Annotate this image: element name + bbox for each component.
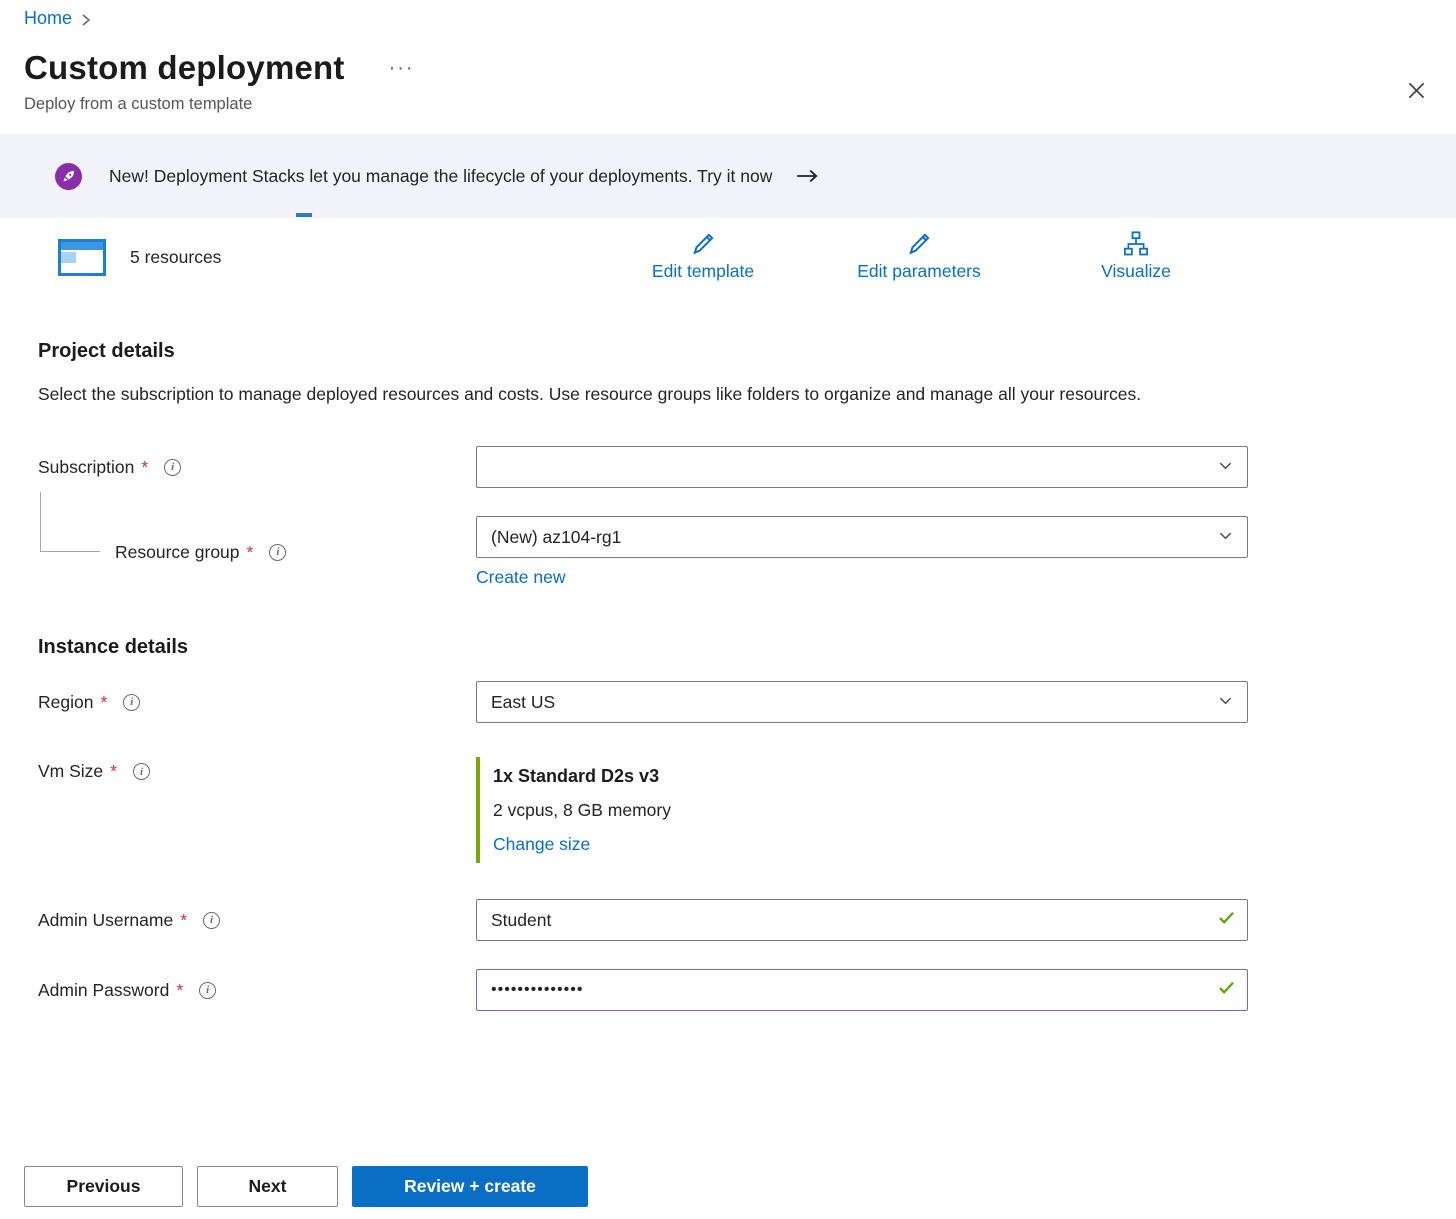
rocket-icon [55, 163, 82, 190]
template-action-bar: 5 resources Edit template Edit parameter… [0, 222, 1456, 286]
previous-button[interactable]: Previous [24, 1166, 183, 1207]
admin-password-input[interactable] [476, 969, 1248, 1011]
region-row: Region * i East US [38, 681, 1432, 723]
resource-group-value: (New) az104-rg1 [491, 527, 621, 548]
close-icon[interactable] [1403, 77, 1430, 109]
review-create-button[interactable]: Review + create [352, 1166, 588, 1207]
resource-group-dropdown[interactable]: (New) az104-rg1 [476, 516, 1248, 558]
arrow-right-icon[interactable] [796, 169, 820, 183]
admin-password-label: Admin Password [38, 980, 169, 1001]
instance-details-heading: Instance details [38, 636, 1432, 659]
more-options-icon[interactable]: ··· [389, 57, 415, 80]
resource-count: 5 resources [130, 247, 221, 268]
info-icon[interactable]: i [164, 459, 181, 476]
pencil-icon [689, 230, 717, 258]
required-marker: * [110, 761, 117, 782]
region-dropdown[interactable]: East US [476, 681, 1248, 723]
resource-group-label: Resource group [115, 542, 240, 563]
clipped-content-fragment [296, 213, 312, 217]
info-icon[interactable]: i [123, 694, 140, 711]
admin-username-input[interactable] [476, 899, 1248, 941]
change-size-link[interactable]: Change size [493, 827, 590, 861]
template-resource-info: 5 resources [58, 239, 221, 276]
banner-message: New! Deployment Stacks let you manage th… [109, 166, 772, 187]
edit-parameters-label: Edit parameters [857, 261, 981, 282]
info-icon[interactable]: i [269, 544, 286, 561]
required-marker: * [247, 542, 254, 563]
page-subtitle: Deploy from a custom template [24, 95, 1432, 114]
template-icon [58, 239, 106, 276]
edit-template-label: Edit template [652, 261, 754, 282]
deployment-stacks-banner: New! Deployment Stacks let you manage th… [0, 134, 1456, 218]
subscription-row: Subscription * i [38, 446, 1432, 488]
edit-template-button[interactable]: Edit template [616, 230, 790, 282]
chevron-down-icon [1218, 527, 1233, 548]
required-marker: * [100, 692, 107, 713]
footer-actions: Previous Next Review + create [24, 1166, 588, 1207]
vm-size-summary: 1x Standard D2s v3 2 vcpus, 8 GB memory … [476, 757, 1248, 863]
vm-size-title: 1x Standard D2s v3 [493, 759, 1248, 793]
vm-size-label: Vm Size [38, 761, 103, 782]
visualize-icon [1122, 230, 1150, 258]
create-new-link[interactable]: Create new [476, 567, 566, 588]
admin-password-row: Admin Password * i [38, 969, 1432, 1011]
project-details-description: Select the subscription to manage deploy… [38, 379, 1188, 410]
info-icon[interactable]: i [199, 982, 216, 999]
breadcrumb-chevron-icon [80, 13, 92, 27]
resource-group-row: Resource group * i (New) az104-rg1 Creat… [38, 516, 1432, 588]
subscription-label: Subscription [38, 457, 134, 478]
required-marker: * [141, 457, 148, 478]
required-marker: * [176, 980, 183, 1001]
region-value: East US [491, 692, 555, 713]
admin-username-label: Admin Username [38, 910, 173, 931]
visualize-label: Visualize [1101, 261, 1171, 282]
admin-username-row: Admin Username * i [38, 899, 1432, 941]
visualize-button[interactable]: Visualize [1049, 230, 1223, 282]
chevron-down-icon [1218, 692, 1233, 713]
page-title: Custom deployment [24, 49, 345, 87]
next-button[interactable]: Next [197, 1166, 338, 1207]
breadcrumb: Home [0, 0, 1456, 29]
info-icon[interactable]: i [133, 763, 150, 780]
pencil-icon [905, 230, 933, 258]
subscription-dropdown[interactable] [476, 446, 1248, 488]
vm-size-row: Vm Size * i 1x Standard D2s v3 2 vcpus, … [38, 757, 1432, 863]
edit-parameters-button[interactable]: Edit parameters [832, 230, 1006, 282]
chevron-down-icon [1218, 457, 1233, 478]
page-header: Custom deployment ··· Deploy from a cust… [0, 29, 1456, 114]
subscription-field-group: Subscription * i Resource group * i [38, 446, 1432, 588]
required-marker: * [180, 910, 187, 931]
vm-size-specs: 2 vcpus, 8 GB memory [493, 793, 1248, 827]
region-label: Region [38, 692, 93, 713]
subscription-resource-group-connector [40, 492, 100, 552]
info-icon[interactable]: i [203, 912, 220, 929]
project-details-heading: Project details [38, 340, 1432, 363]
breadcrumb-home-link[interactable]: Home [24, 8, 72, 29]
